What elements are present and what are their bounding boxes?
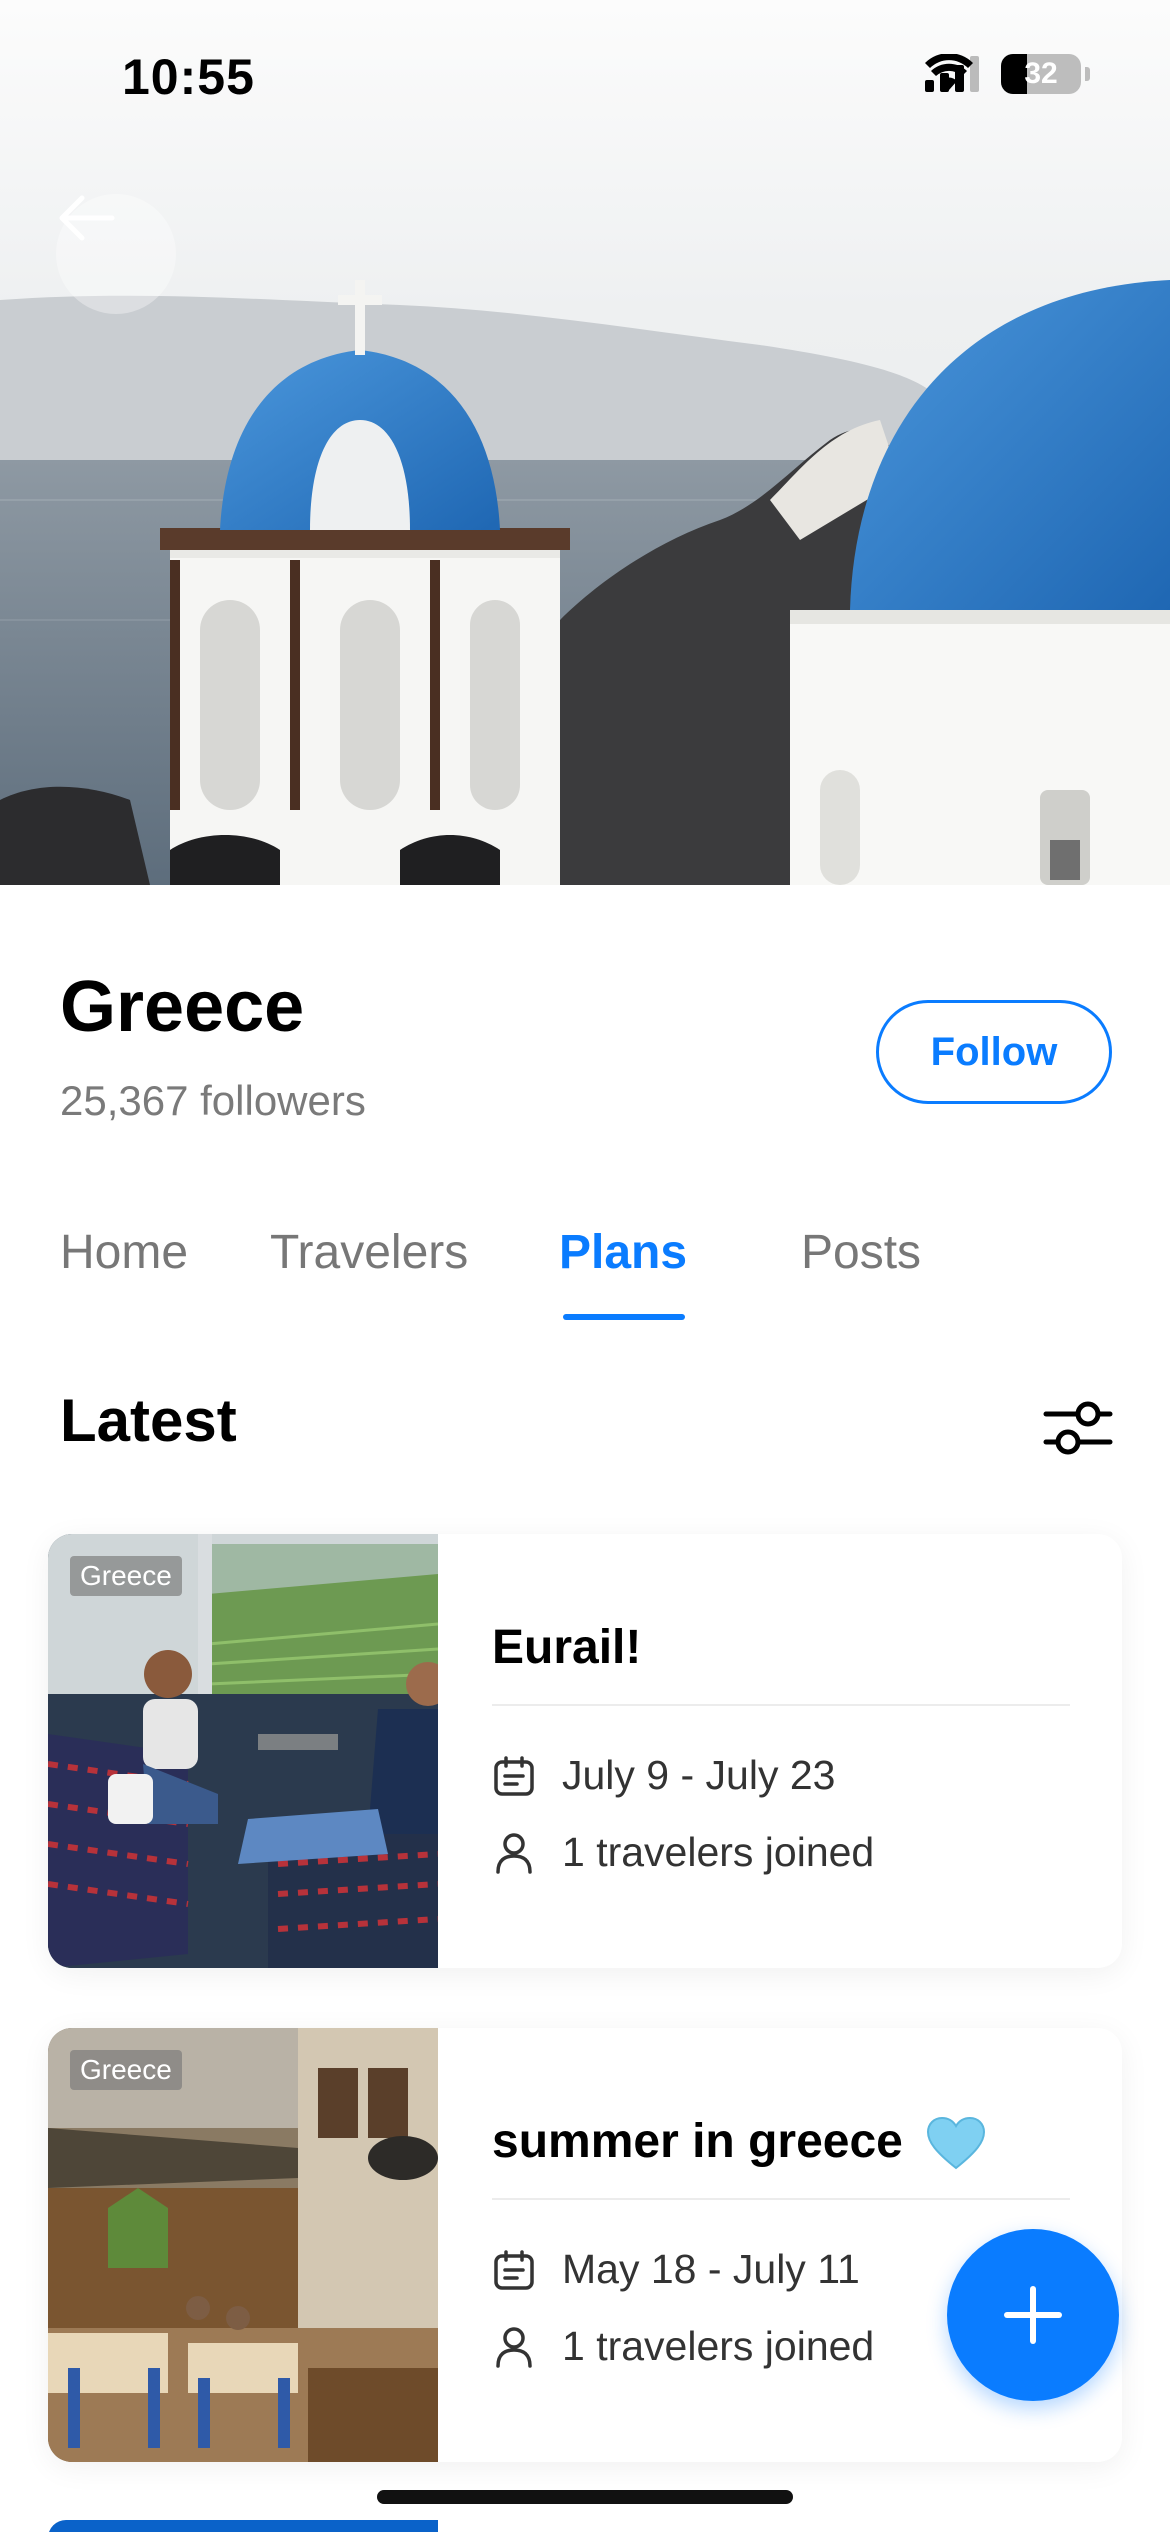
battery-icon: 32	[1001, 54, 1081, 94]
tab-bar: Home Travelers Plans Posts	[0, 1225, 1170, 1325]
train-photo	[48, 1534, 438, 1968]
divider	[492, 1704, 1070, 1706]
location-badge: Greece	[70, 1556, 182, 1596]
sliders-icon	[1043, 1401, 1113, 1455]
plan-joined: 1 travelers joined	[562, 1829, 875, 1875]
plan-dates: July 9 - July 23	[562, 1752, 836, 1798]
tab-posts[interactable]: Posts	[801, 1225, 921, 1280]
filter-button[interactable]	[1040, 1390, 1116, 1466]
plan-card[interactable]: Greece Eurail! July 9 - July 23 1 travel…	[48, 1534, 1122, 1968]
plan-travelers-row: 1 travelers joined	[492, 1829, 874, 1876]
add-plan-button[interactable]	[947, 2229, 1119, 2401]
tab-home[interactable]: Home	[60, 1225, 188, 1280]
calendar-icon	[492, 2248, 536, 2292]
plan-card-image: Greece	[48, 1534, 438, 1968]
plan-card-image: Greece	[48, 2028, 438, 2462]
plan-joined: 1 travelers joined	[562, 2323, 875, 2369]
plan-title-row: summer in greece	[492, 2114, 986, 2172]
back-button[interactable]	[56, 194, 176, 314]
wifi-icon	[925, 54, 973, 90]
arrow-left-icon	[59, 195, 115, 241]
followers-count: 25,367 followers	[60, 1077, 366, 1124]
section-title: Latest	[60, 1387, 237, 1454]
calendar-icon	[492, 1754, 536, 1798]
plan-dates-row: May 18 - July 11	[492, 2246, 860, 2293]
plan-title: Eurail!	[492, 1621, 642, 1674]
plan-title: summer in greece	[492, 2115, 903, 2168]
active-tab-indicator	[563, 1314, 685, 1320]
plan-card[interactable]: Greece summer in greece May 18 - July 11…	[48, 2028, 1122, 2462]
person-icon	[492, 2325, 536, 2369]
light-blue-heart-icon	[927, 2117, 986, 2170]
tab-plans[interactable]: Plans	[559, 1225, 687, 1280]
follow-button[interactable]: Follow	[876, 1000, 1112, 1104]
hero-image: 10:55 32	[0, 0, 1170, 885]
person-icon	[492, 1831, 536, 1875]
plan-travelers-row: 1 travelers joined	[492, 2323, 874, 2370]
plan-dates: May 18 - July 11	[562, 2246, 860, 2292]
plan-dates-row: July 9 - July 23	[492, 1752, 835, 1799]
street-cafe-photo	[48, 2028, 438, 2462]
divider	[492, 2198, 1070, 2200]
status-time: 10:55	[122, 49, 255, 105]
plus-icon	[1004, 2286, 1062, 2344]
battery-percent: 32	[1024, 57, 1058, 90]
next-plan-card-peek	[48, 2520, 438, 2532]
battery-cap	[1085, 67, 1090, 81]
status-icons: 32	[925, 54, 1090, 94]
status-bar: 10:55 32	[0, 0, 1170, 150]
page-title: Greece	[60, 967, 305, 1047]
location-badge: Greece	[70, 2050, 182, 2090]
tab-travelers[interactable]: Travelers	[270, 1225, 468, 1280]
home-indicator	[377, 2490, 793, 2504]
